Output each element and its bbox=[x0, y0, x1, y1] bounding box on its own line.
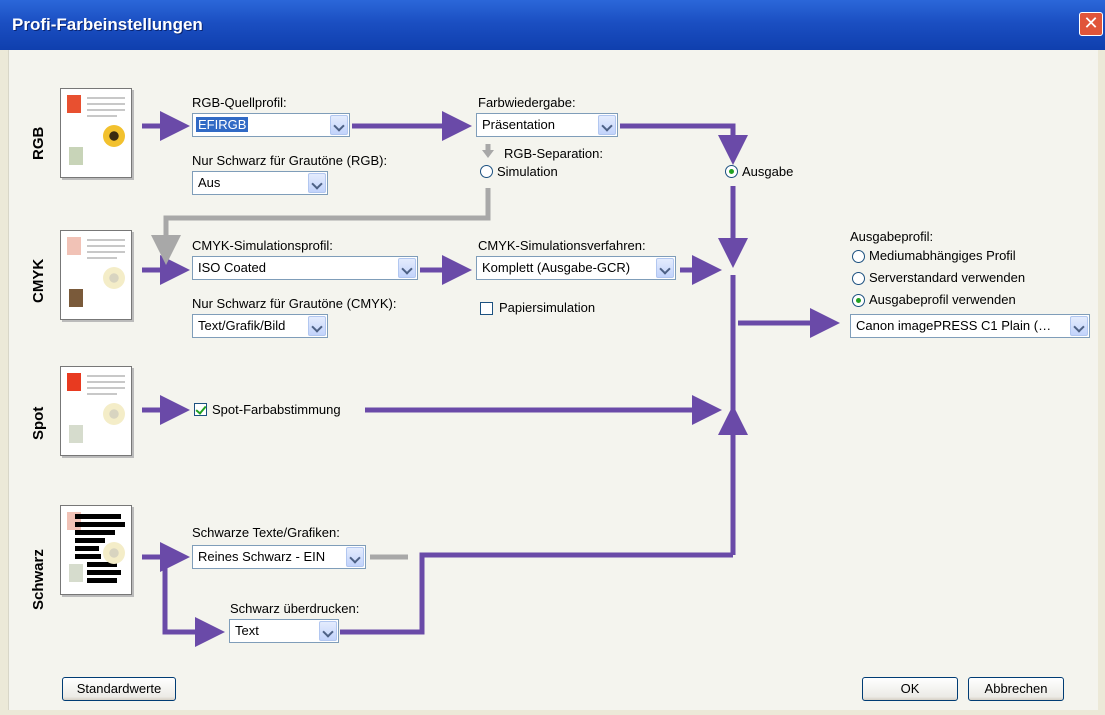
output-media-radio[interactable] bbox=[852, 250, 865, 263]
rgb-source-profile-value: EFIRGB bbox=[196, 117, 249, 132]
black-text-value: Reines Schwarz - EIN bbox=[198, 549, 326, 564]
chevron-down-icon[interactable] bbox=[398, 258, 416, 278]
rgb-separation-label: RGB-Separation: bbox=[504, 146, 603, 161]
rgb-black-gray-value: Aus bbox=[198, 175, 221, 190]
output-profile-radio[interactable] bbox=[852, 294, 865, 307]
paper-simulation-checkbox[interactable] bbox=[480, 302, 493, 315]
rgb-source-profile-select[interactable]: EFIRGB bbox=[192, 113, 350, 137]
separation-output-radio[interactable] bbox=[725, 165, 738, 178]
output-profile-label: Ausgabeprofil: bbox=[850, 229, 934, 244]
row-label-schwarz: Schwarz bbox=[30, 549, 47, 610]
output-media-label: Mediumabhängiges Profil bbox=[869, 248, 1016, 263]
overprint-label: Schwarz überdrucken: bbox=[230, 601, 360, 616]
chevron-down-icon[interactable] bbox=[346, 547, 364, 567]
separation-arrow-icon bbox=[482, 150, 494, 158]
cmyk-black-gray-value: Text/Grafik/Bild bbox=[198, 318, 286, 333]
overprint-select[interactable]: Text bbox=[229, 619, 339, 643]
sunflower-icon bbox=[103, 125, 125, 147]
rgb-black-gray-label: Nur Schwarz für Grautöne (RGB): bbox=[192, 153, 388, 168]
chevron-down-icon[interactable] bbox=[319, 621, 337, 641]
output-profile-value: Canon imagePRESS C1 Plain (… bbox=[856, 318, 1052, 333]
cmyk-sim-profile-value: ISO Coated bbox=[198, 260, 266, 275]
dialog-window: Profi-Farbeinstellungen ✕ RGB CMYK Spot … bbox=[0, 0, 1105, 715]
cmyk-thumbnail bbox=[60, 230, 132, 320]
spot-matching-checkbox[interactable] bbox=[194, 403, 207, 416]
chevron-down-icon[interactable] bbox=[656, 258, 674, 278]
spot-matching-label: Spot-Farbabstimmung bbox=[212, 402, 341, 417]
rendering-label: Farbwiedergabe: bbox=[478, 95, 576, 110]
cmyk-sim-method-select[interactable]: Komplett (Ausgabe-GCR) bbox=[476, 256, 676, 280]
flow-overprint-to-trunk bbox=[340, 552, 733, 635]
cmyk-sim-method-value: Komplett (Ausgabe-GCR) bbox=[482, 260, 631, 275]
cmyk-sim-profile-label: CMYK-Simulationsprofil: bbox=[192, 238, 333, 253]
black-text-select[interactable]: Reines Schwarz - EIN bbox=[192, 545, 366, 569]
chevron-down-icon[interactable] bbox=[308, 173, 326, 193]
rendering-select[interactable]: Präsentation bbox=[476, 113, 618, 137]
separation-simulation-radio[interactable] bbox=[480, 165, 493, 178]
rendering-value: Präsentation bbox=[482, 117, 555, 132]
row-label-rgb: RGB bbox=[30, 126, 47, 160]
schwarz-thumbnail bbox=[60, 505, 132, 595]
cancel-button[interactable]: Abbrechen bbox=[968, 677, 1064, 701]
separation-output-label: Ausgabe bbox=[742, 164, 794, 179]
black-text-label: Schwarze Texte/Grafiken: bbox=[192, 525, 340, 540]
output-server-radio[interactable] bbox=[852, 272, 865, 285]
row-label-spot: Spot bbox=[30, 406, 47, 440]
cmyk-black-gray-label: Nur Schwarz für Grautöne (CMYK): bbox=[192, 296, 397, 311]
rgb-thumbnail bbox=[60, 88, 132, 178]
defaults-button[interactable]: Standardwerte bbox=[62, 677, 176, 701]
chevron-down-icon[interactable] bbox=[330, 115, 348, 135]
separation-simulation-label: Simulation bbox=[497, 164, 558, 179]
rgb-source-profile-label: RGB-Quellprofil: bbox=[192, 95, 287, 110]
rgb-black-gray-select[interactable]: Aus bbox=[192, 171, 328, 195]
output-profile-option-label: Ausgabeprofil verwenden bbox=[869, 292, 1016, 307]
row-label-cmyk: CMYK bbox=[30, 258, 47, 303]
chevron-down-icon[interactable] bbox=[1070, 316, 1088, 336]
overprint-value: Text bbox=[235, 623, 259, 638]
cmyk-sim-method-label: CMYK-Simulationsverfahren: bbox=[478, 238, 646, 253]
ok-button[interactable]: OK bbox=[862, 677, 958, 701]
output-profile-select[interactable]: Canon imagePRESS C1 Plain (… bbox=[850, 314, 1090, 338]
chevron-down-icon[interactable] bbox=[598, 115, 616, 135]
output-server-label: Serverstandard verwenden bbox=[869, 270, 1026, 285]
cmyk-black-gray-select[interactable]: Text/Grafik/Bild bbox=[192, 314, 328, 338]
spot-thumbnail bbox=[60, 366, 132, 456]
flow-rendering-to-output bbox=[620, 123, 748, 165]
cmyk-sim-profile-select[interactable]: ISO Coated bbox=[192, 256, 418, 280]
paper-simulation-label: Papiersimulation bbox=[499, 300, 596, 315]
chevron-down-icon[interactable] bbox=[308, 316, 326, 336]
